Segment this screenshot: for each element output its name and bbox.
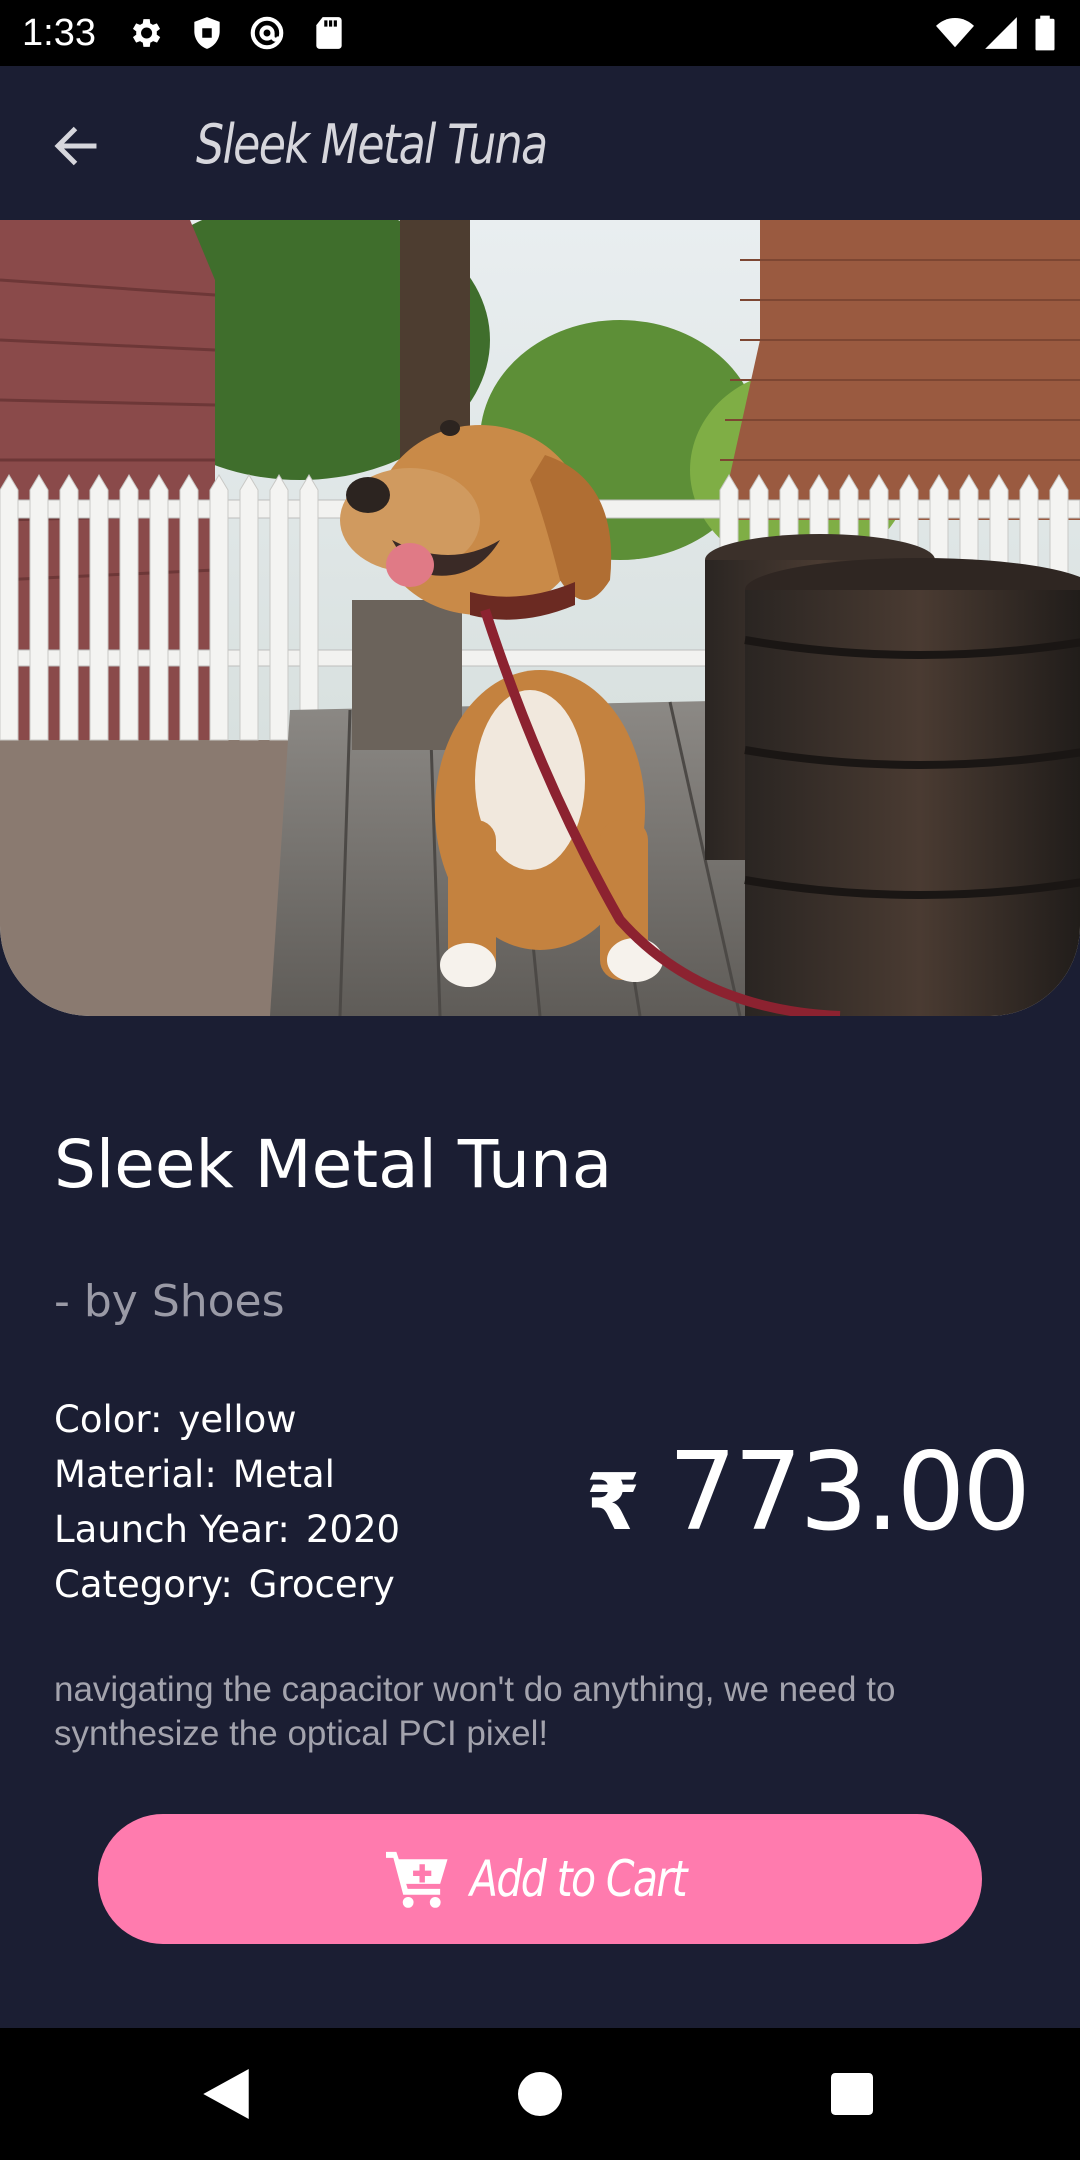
fence-picket (209, 474, 229, 741)
fence-picket (0, 474, 19, 741)
spec-launch-year: Launch Year: 2020 (54, 1502, 574, 1557)
price-value: 773.00 (668, 1430, 1031, 1555)
arrow-left-icon (54, 126, 97, 166)
product-price: ₹ 773.00 (586, 1430, 1031, 1555)
fence-picket (239, 474, 259, 741)
fence-picket (299, 474, 319, 741)
product-specs: Color: yellow Material: Metal Launch Year:… (54, 1392, 574, 1612)
spec-label: Color: (54, 1398, 163, 1441)
currency-symbol: ₹ (585, 1458, 641, 1548)
system-nav-bar (0, 2028, 1080, 2160)
fence-picket (89, 474, 109, 741)
add-to-cart-label: Add to Cart (470, 1850, 688, 1908)
spec-color: Color: yellow (54, 1392, 574, 1447)
spec-label: Material: (54, 1453, 217, 1496)
fence-picket (119, 474, 139, 741)
battery-icon (1035, 15, 1055, 51)
home-circle-icon (518, 2072, 562, 2116)
recents-square-icon (831, 2073, 873, 2115)
fence-picket (269, 474, 289, 741)
spec-value: yellow (178, 1398, 297, 1441)
fence-picket (149, 474, 169, 741)
nav-back-button[interactable] (196, 2064, 256, 2124)
fence-picket (179, 474, 199, 741)
app-bar: Sleek Metal Tuna (0, 66, 1080, 220)
spec-category: Category: Grocery (54, 1557, 574, 1612)
back-triangle-icon (203, 2069, 249, 2119)
sd-card-icon (316, 17, 342, 49)
gear-icon (132, 19, 161, 47)
back-button[interactable] (36, 106, 116, 186)
spec-label: Launch Year: (54, 1508, 290, 1551)
product-brand: - by Shoes (54, 1276, 285, 1327)
spec-value: Grocery (248, 1563, 395, 1606)
status-time: 1:33 (22, 12, 96, 54)
shield-icon (194, 17, 220, 49)
page-title: Sleek Metal Tuna (196, 113, 548, 176)
status-bar: 1:33 (0, 0, 1080, 66)
spec-material: Material: Metal (54, 1447, 574, 1502)
spec-value: 2020 (305, 1508, 401, 1551)
cart-plus-icon (386, 1851, 448, 1908)
at-sign-icon (250, 16, 284, 50)
wifi-icon (936, 18, 974, 48)
fence-picket (59, 474, 79, 741)
spec-label: Category: (54, 1563, 233, 1606)
screen: 1:33 Sleek Metal Tuna Sleek Metal Tuna -… (0, 0, 1080, 2160)
fence-picket (29, 474, 49, 741)
nav-recents-button[interactable] (822, 2064, 882, 2124)
signal-icon (985, 17, 1017, 49)
product-name: Sleek Metal Tuna (54, 1126, 613, 1203)
dog-photo (0, 220, 1080, 1016)
add-to-cart-button[interactable]: Add to Cart (98, 1814, 982, 1944)
product-description: navigating the capacitor won't do anythi… (54, 1670, 896, 1753)
product-image (0, 220, 1080, 1016)
nav-home-button[interactable] (510, 2064, 570, 2124)
spec-value: Metal (232, 1453, 335, 1496)
